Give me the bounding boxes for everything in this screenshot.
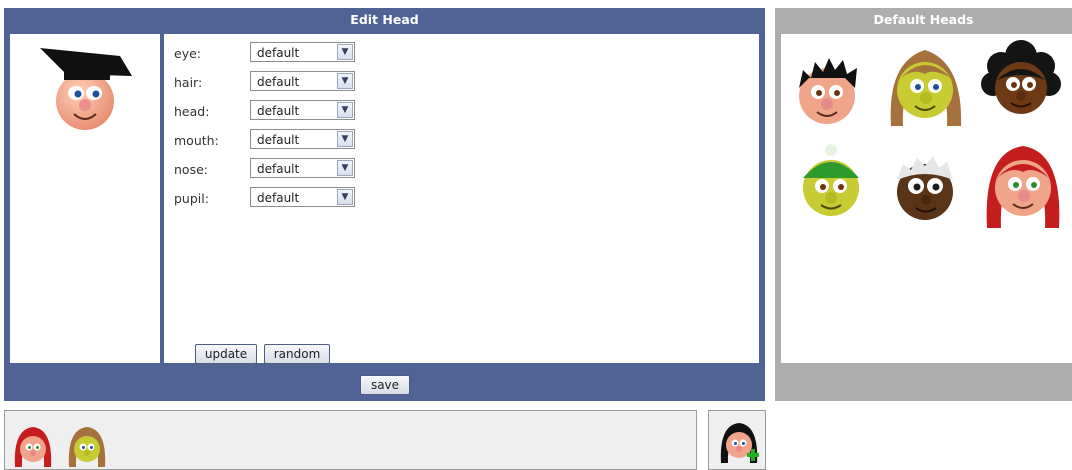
option-row-hair: hair: default ▼ [174, 71, 474, 93]
option-row-pupil: pupil: default ▼ [174, 187, 474, 209]
head-select-value: default [257, 104, 300, 118]
mouth-label: mouth: [174, 133, 219, 148]
chevron-down-icon[interactable]: ▼ [337, 189, 353, 205]
eye-select[interactable]: default ▼ [250, 42, 355, 62]
option-row-head: head: default ▼ [174, 100, 474, 122]
default-head-4-icon[interactable] [791, 138, 871, 222]
saved-head-2-icon[interactable] [67, 423, 107, 467]
pupil-select[interactable]: default ▼ [250, 187, 355, 207]
eye-label: eye: [174, 46, 201, 61]
head-label: head: [174, 104, 210, 119]
chevron-down-icon[interactable]: ▼ [337, 131, 353, 147]
edit-head-title: Edit Head [350, 12, 419, 27]
head-options-form: eye: default ▼ hair: default ▼ head: def… [164, 34, 759, 364]
saved-heads-bar [4, 410, 697, 470]
chevron-down-icon[interactable]: ▼ [337, 44, 353, 60]
default-head-5-icon[interactable] [885, 146, 965, 226]
default-heads-panel: Default Heads [775, 8, 1072, 401]
chevron-down-icon[interactable]: ▼ [337, 160, 353, 176]
hair-select-value: default [257, 75, 300, 89]
add-head-icon [720, 423, 759, 463]
hair-label: hair: [174, 75, 203, 90]
default-head-1-icon[interactable] [787, 48, 867, 128]
mouth-select-value: default [257, 133, 300, 147]
pupil-label: pupil: [174, 191, 209, 206]
update-button[interactable]: update [195, 344, 257, 364]
chevron-down-icon[interactable]: ▼ [337, 102, 353, 118]
default-head-3-icon[interactable] [979, 40, 1063, 124]
default-heads-title: Default Heads [873, 12, 974, 27]
pupil-select-value: default [257, 191, 300, 205]
chevron-down-icon[interactable]: ▼ [337, 73, 353, 89]
eye-select-value: default [257, 46, 300, 60]
option-row-eye: eye: default ▼ [174, 42, 474, 64]
option-row-mouth: mouth: default ▼ [174, 129, 474, 151]
saved-head-1-icon[interactable] [13, 423, 53, 467]
mouth-select[interactable]: default ▼ [250, 129, 355, 149]
default-head-2-icon[interactable] [883, 42, 967, 130]
nose-select[interactable]: default ▼ [250, 158, 355, 178]
option-row-nose: nose: default ▼ [174, 158, 474, 180]
default-heads-grid [781, 34, 1072, 363]
nose-select-value: default [257, 162, 300, 176]
hair-select[interactable]: default ▼ [250, 71, 355, 91]
preview-head-icon [40, 48, 132, 130]
default-head-6-icon[interactable] [981, 138, 1065, 230]
add-head-button[interactable] [708, 410, 766, 470]
edit-head-panel: Edit Head eye: default ▼ hair: default ▼… [4, 8, 765, 401]
save-button[interactable]: save [360, 375, 410, 395]
nose-label: nose: [174, 162, 208, 177]
head-select[interactable]: default ▼ [250, 100, 355, 120]
head-preview [10, 34, 160, 363]
random-button[interactable]: random [264, 344, 330, 364]
